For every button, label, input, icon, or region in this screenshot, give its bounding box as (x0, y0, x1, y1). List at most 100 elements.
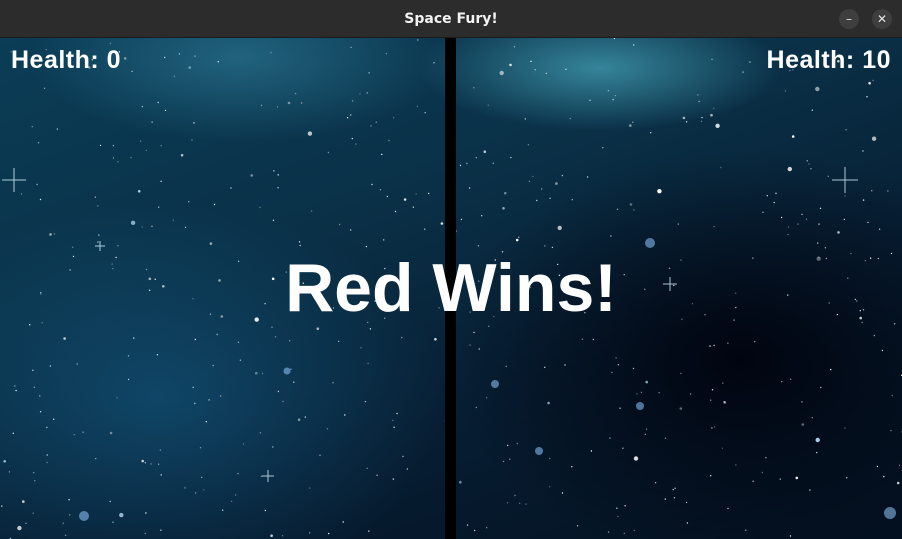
star (819, 207, 822, 209)
star (259, 432, 261, 434)
close-button[interactable]: ✕ (872, 9, 892, 29)
star (160, 529, 162, 531)
star (222, 509, 224, 511)
game-window: Space Fury! – ✕ Health: 0 Health: 10 Red… (0, 0, 902, 539)
star (811, 109, 813, 111)
star (682, 116, 686, 120)
star (173, 75, 175, 77)
star (230, 500, 233, 503)
star (735, 464, 737, 466)
star (710, 399, 712, 401)
star (242, 443, 245, 445)
star (487, 104, 489, 106)
star (293, 381, 295, 383)
star (369, 328, 372, 330)
star (237, 341, 240, 343)
star (36, 183, 38, 186)
star (71, 246, 74, 248)
star (338, 223, 341, 226)
star (710, 475, 712, 477)
star (406, 468, 409, 470)
star (319, 454, 321, 456)
star (887, 190, 889, 192)
star (350, 114, 352, 116)
star (261, 372, 264, 375)
star (504, 191, 507, 195)
star (616, 208, 619, 210)
star (203, 489, 205, 491)
star (39, 411, 42, 413)
star (544, 366, 546, 368)
star (53, 418, 55, 420)
star (1, 505, 3, 507)
star (46, 426, 48, 429)
star (881, 349, 884, 352)
star (830, 368, 832, 371)
star (801, 423, 805, 426)
star (686, 522, 689, 524)
star (745, 529, 747, 531)
star (820, 386, 822, 389)
star (561, 492, 564, 494)
star (896, 481, 900, 485)
star (274, 336, 277, 338)
star (534, 69, 536, 71)
star (191, 139, 193, 141)
star (862, 199, 865, 201)
star (424, 228, 426, 230)
star (474, 529, 476, 532)
star (815, 437, 820, 443)
star (629, 203, 633, 206)
star (624, 505, 626, 507)
star (33, 472, 35, 474)
star (157, 101, 159, 104)
star (513, 46, 516, 48)
star (327, 151, 330, 154)
star (133, 337, 135, 339)
star (564, 364, 566, 366)
star (571, 199, 573, 201)
star (466, 524, 469, 526)
star (316, 327, 320, 331)
star (308, 487, 311, 489)
star (636, 393, 638, 395)
bokeh-star (79, 511, 89, 521)
star (277, 187, 279, 189)
star (697, 94, 699, 96)
star (818, 223, 820, 225)
star (890, 429, 892, 432)
minimize-button[interactable]: – (839, 9, 859, 29)
star (383, 239, 385, 241)
title-bar[interactable]: Space Fury! – ✕ (0, 0, 902, 38)
star (544, 245, 546, 247)
star (873, 334, 875, 337)
star (609, 437, 611, 439)
star (654, 482, 657, 484)
star (551, 246, 554, 249)
star (613, 38, 616, 40)
star (109, 431, 113, 435)
star (645, 428, 648, 430)
star (483, 150, 487, 153)
star (160, 145, 162, 147)
star (633, 456, 639, 461)
star (344, 414, 346, 416)
star (25, 522, 27, 524)
star (816, 451, 818, 454)
star (872, 79, 874, 82)
star (632, 121, 634, 123)
star (272, 219, 275, 221)
star (95, 457, 97, 460)
star (519, 502, 521, 504)
star (141, 226, 143, 228)
star (366, 467, 368, 469)
star (766, 195, 768, 197)
game-canvas[interactable]: Health: 0 Health: 10 Red Wins! (0, 38, 902, 539)
star (614, 94, 617, 97)
sparkle-star (832, 167, 858, 193)
star (466, 162, 468, 165)
star (402, 455, 404, 458)
star (527, 144, 530, 146)
star (714, 426, 716, 428)
star (629, 124, 632, 127)
